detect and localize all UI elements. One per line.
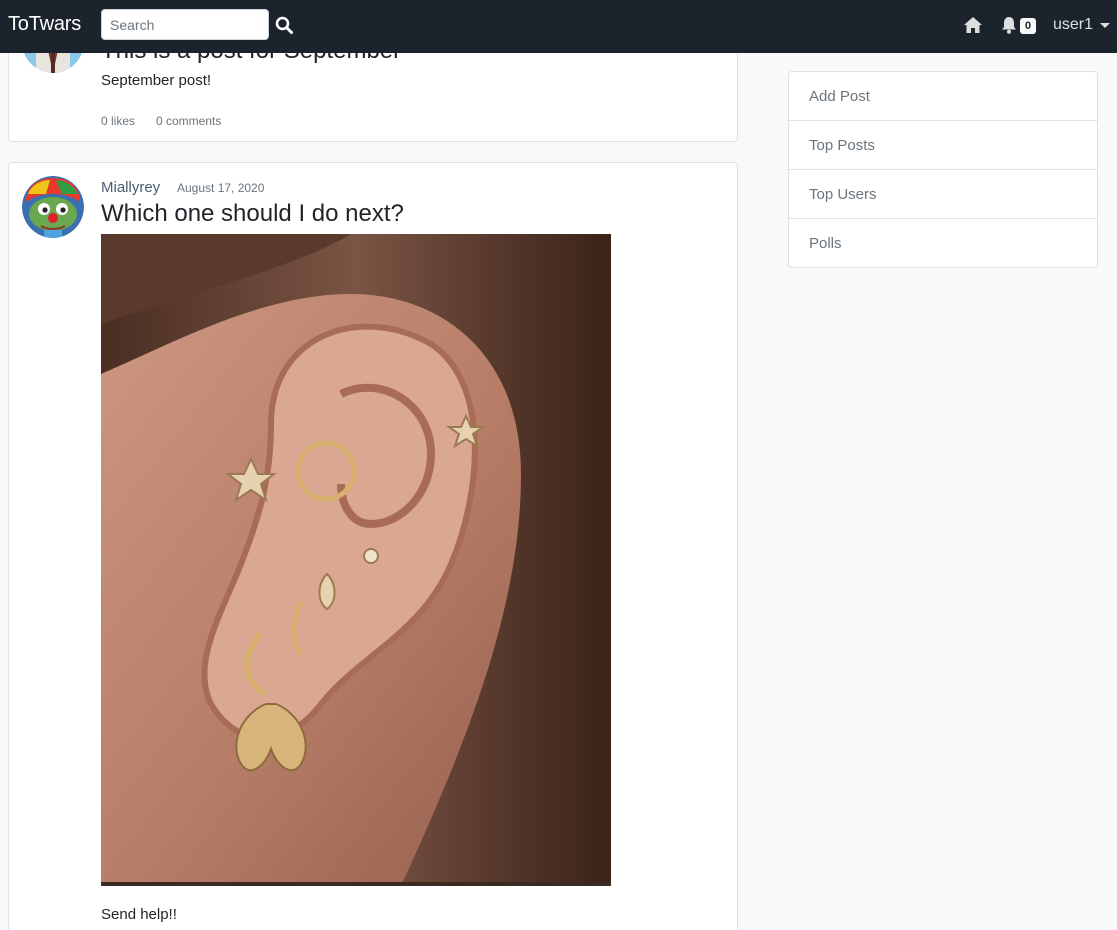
top-navbar: ToTwars 0 user1: [0, 0, 1117, 53]
search-icon[interactable]: [275, 16, 293, 34]
likes-count[interactable]: 0 likes: [101, 114, 135, 128]
user-menu[interactable]: user1: [1053, 16, 1093, 34]
bell-icon[interactable]: [1001, 16, 1017, 34]
search-input[interactable]: [101, 9, 269, 40]
sidebar-item-top-users[interactable]: Top Users: [789, 170, 1097, 219]
sidebar-menu: Add Post Top Posts Top Users Polls: [788, 71, 1098, 268]
sidebar-item-polls[interactable]: Polls: [789, 219, 1097, 267]
post-body: Send help!!: [101, 906, 177, 923]
comments-count[interactable]: 0 comments: [156, 114, 221, 128]
avatar[interactable]: [22, 176, 84, 238]
brand-logo[interactable]: ToTwars: [8, 13, 81, 36]
post-date: August 17, 2020: [177, 181, 265, 195]
chevron-down-icon[interactable]: [1100, 23, 1110, 28]
sidebar-item-top-posts[interactable]: Top Posts: [789, 121, 1097, 170]
post-body: September post!: [101, 72, 212, 89]
post-image[interactable]: [101, 234, 611, 886]
post-card: Miallyrey August 17, 2020 Which one shou…: [8, 162, 738, 930]
post-title[interactable]: Which one should I do next?: [101, 200, 404, 228]
notification-badge: 0: [1020, 18, 1036, 34]
sidebar-item-add-post[interactable]: Add Post: [789, 72, 1097, 121]
post-author-link[interactable]: Miallyrey: [101, 179, 160, 196]
home-icon[interactable]: [963, 16, 983, 34]
